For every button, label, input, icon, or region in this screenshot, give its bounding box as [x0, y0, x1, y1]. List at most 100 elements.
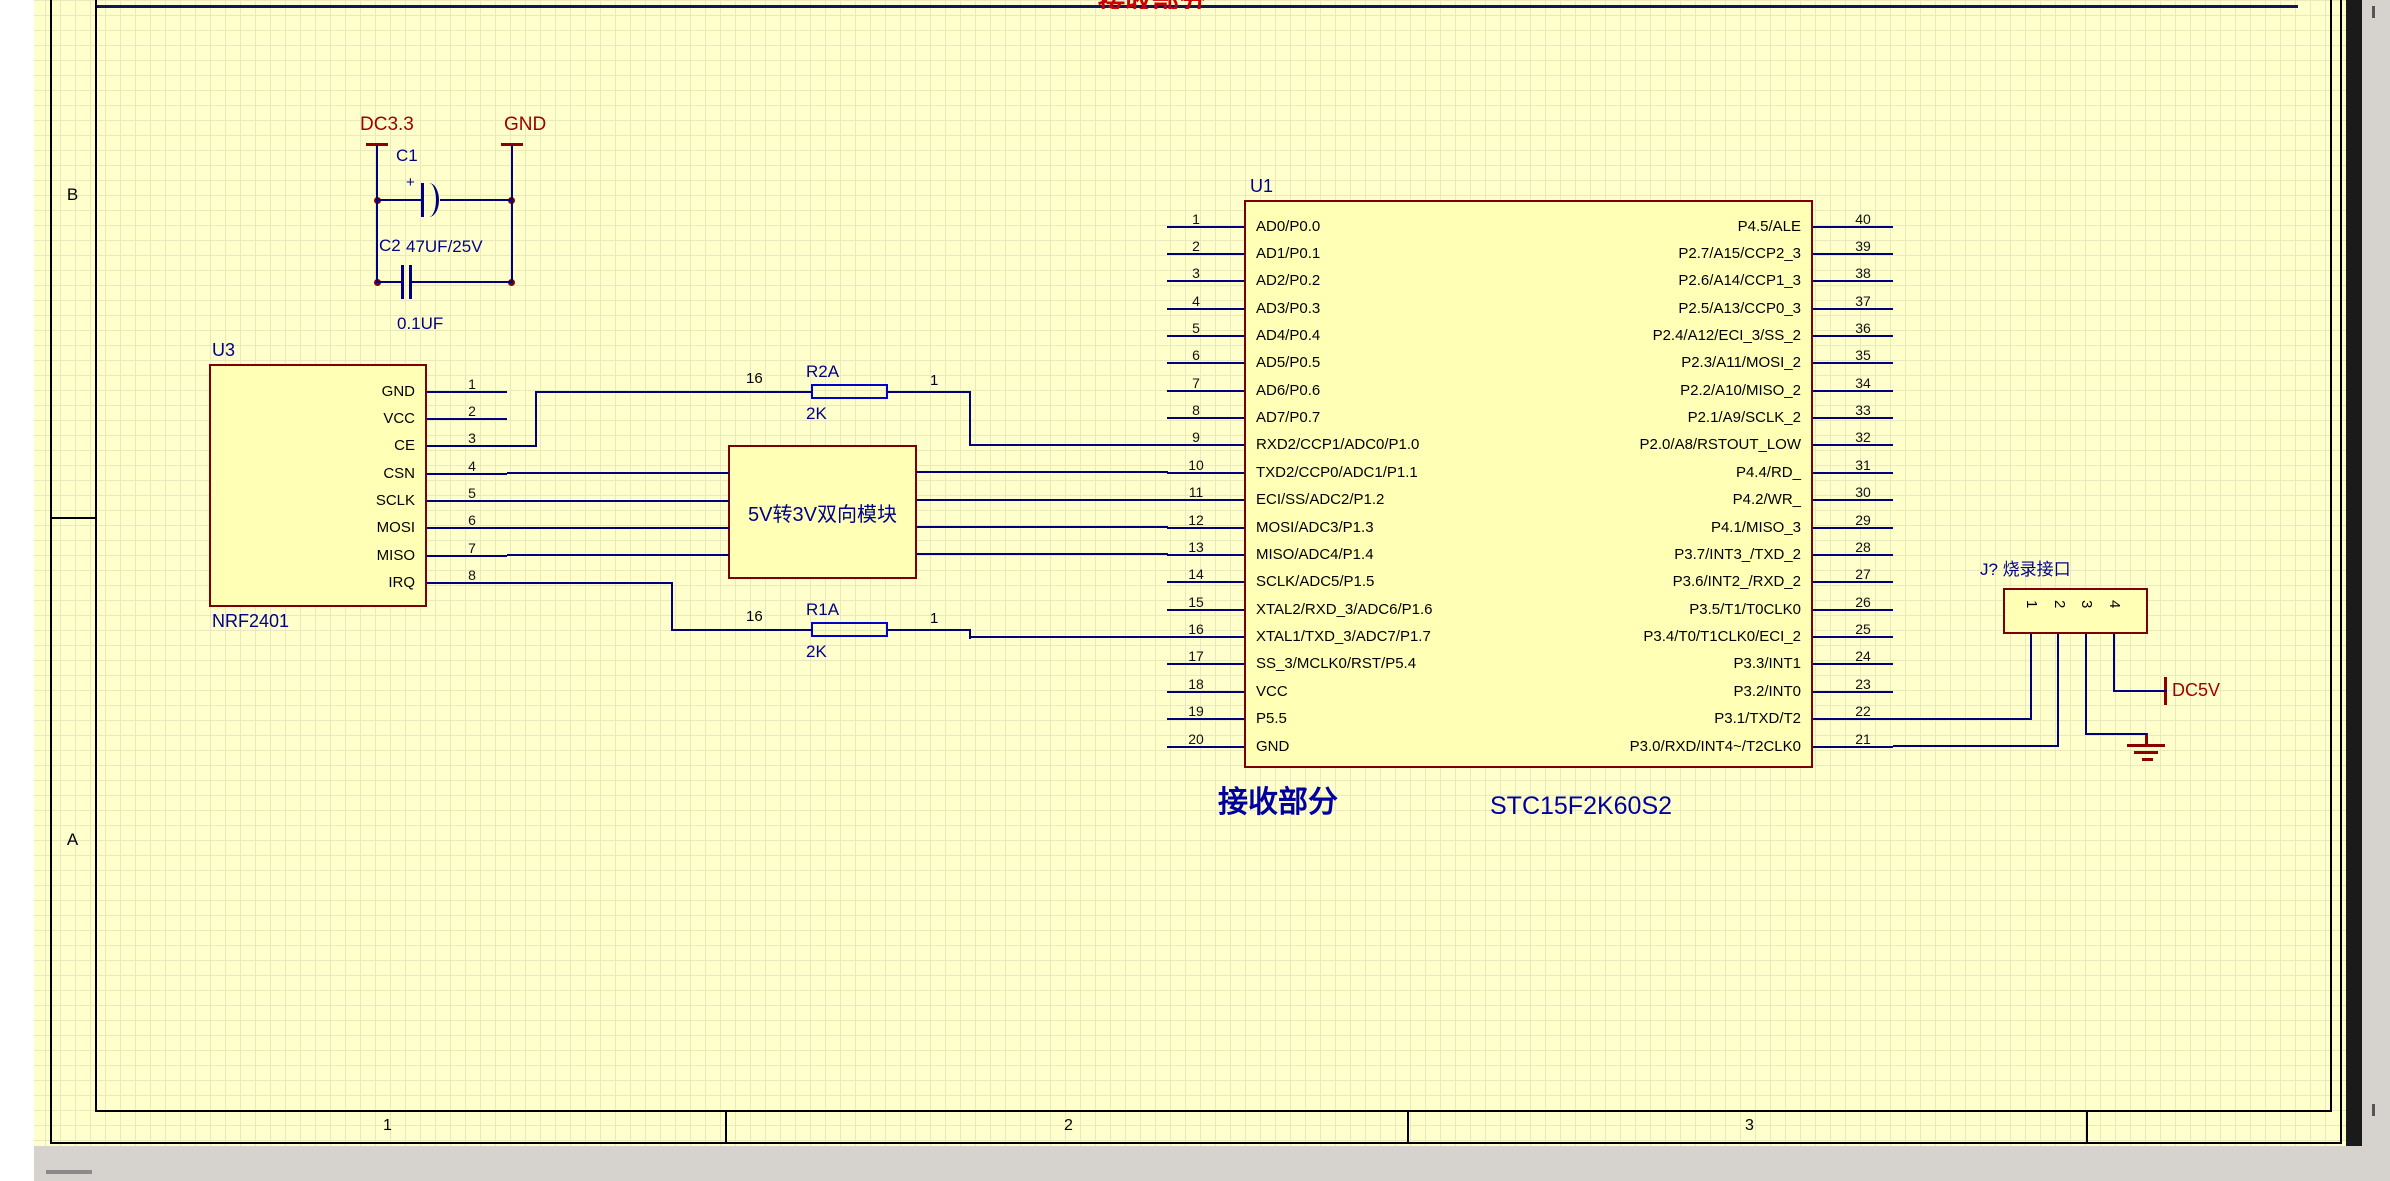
- wire[interactable]: [917, 526, 1168, 528]
- u3-pin-row[interactable]: MISO 7: [215, 543, 515, 570]
- wire[interactable]: [2057, 634, 2059, 747]
- capacitor-designator[interactable]: C1: [396, 146, 418, 166]
- connector-pin-number: 1: [2022, 600, 2040, 618]
- wire[interactable]: [412, 281, 513, 283]
- section-label[interactable]: 接收部分: [1218, 786, 1338, 821]
- schematic-canvas[interactable]: 接收部分 B A 1 2 3 DC3.3 GND C1 + C2 47UF/25…: [0, 0, 2390, 1181]
- u1-pin-row[interactable]: P3.1/TXD/T2 22: [1536, 706, 1916, 733]
- connector-label[interactable]: J? 烧录接口: [1980, 560, 2071, 580]
- u3-pin-row[interactable]: SCLK 5: [215, 488, 515, 515]
- wire[interactable]: [969, 391, 971, 446]
- pin-name: AD6/P0.6: [1256, 382, 1320, 399]
- u1-pin-row[interactable]: P2.6/A14/CCP1_3 38: [1536, 268, 1916, 295]
- resistor-pin-number: 1: [930, 372, 938, 389]
- wire[interactable]: [507, 554, 729, 556]
- u1-pin-row[interactable]: P2.4/A12/ECI_3/SS_2 36: [1536, 323, 1916, 350]
- capacitor-designator[interactable]: C2: [379, 236, 401, 256]
- wire[interactable]: [535, 391, 537, 447]
- resistor-value[interactable]: 2K: [806, 404, 827, 424]
- wire[interactable]: [507, 527, 729, 529]
- wire[interactable]: [2113, 634, 2115, 692]
- power-net-label-dc5v[interactable]: DC5V: [2172, 680, 2220, 701]
- wire[interactable]: [917, 499, 1168, 501]
- u1-pin-row[interactable]: P3.6/INT2_/RXD_2 27: [1536, 569, 1916, 596]
- pin-number: 14: [1169, 566, 1223, 582]
- u3-pin-row[interactable]: CE 3: [215, 433, 515, 460]
- resistor-body[interactable]: [811, 384, 888, 399]
- u1-pin-row[interactable]: P2.2/A10/MISO_2 34: [1536, 378, 1916, 405]
- power-net-label-dc33[interactable]: DC3.3: [360, 114, 414, 136]
- pin-number: 9: [1169, 429, 1223, 445]
- u3-pin-row[interactable]: MOSI 6: [215, 515, 515, 542]
- pin-number: 7: [1169, 375, 1223, 391]
- wire[interactable]: [511, 145, 513, 282]
- wire[interactable]: [2085, 733, 2147, 735]
- wire[interactable]: [507, 445, 537, 447]
- u1-pin-row[interactable]: P3.0/RXD/INT4~/T2CLK0 21: [1536, 734, 1916, 761]
- pin-name: MOSI: [215, 519, 415, 536]
- u1-pin-row[interactable]: P3.4/T0/T1CLK0/ECI_2 25: [1536, 624, 1916, 651]
- wire[interactable]: [507, 582, 672, 584]
- u1-pin-row[interactable]: P2.5/A13/CCP0_3 37: [1536, 296, 1916, 323]
- u1-pin-row[interactable]: P3.5/T1/T0CLK0 26: [1536, 597, 1916, 624]
- pin-name: MISO: [215, 547, 415, 564]
- pin-name: CE: [215, 437, 415, 454]
- wire[interactable]: [2085, 634, 2087, 735]
- u1-designator[interactable]: U1: [1250, 176, 1273, 197]
- capacitor-value[interactable]: 0.1UF: [397, 314, 443, 334]
- power-net-label-gnd[interactable]: GND: [504, 114, 546, 136]
- u1-pin-row[interactable]: P4.2/WR_ 30: [1536, 487, 1916, 514]
- wire[interactable]: [969, 444, 1168, 446]
- wire[interactable]: [507, 472, 729, 474]
- u1-pin-row[interactable]: P2.7/A15/CCP2_3 39: [1536, 241, 1916, 268]
- wire[interactable]: [440, 199, 513, 201]
- u1-pin-row[interactable]: P3.2/INT0 23: [1536, 679, 1916, 706]
- resistor-designator[interactable]: R1A: [806, 600, 839, 620]
- wire[interactable]: [507, 500, 729, 502]
- left-margin: [0, 0, 34, 1181]
- u1-pin-row[interactable]: P4.5/ALE 40: [1536, 214, 1916, 241]
- resistor-body[interactable]: [811, 622, 888, 637]
- u3-pin-row[interactable]: VCC 2: [215, 406, 515, 433]
- pin-name: IRQ: [215, 574, 415, 591]
- u3-pin-row[interactable]: GND 1: [215, 379, 515, 406]
- u1-pin-row[interactable]: P2.0/A8/RSTOUT_LOW 32: [1536, 432, 1916, 459]
- capacitor-value[interactable]: 47UF/25V: [406, 237, 483, 257]
- sheet-border: [95, 1110, 2332, 1112]
- wire[interactable]: [671, 582, 673, 631]
- u1-pin-row[interactable]: P3.3/INT1 24: [1536, 651, 1916, 678]
- u3-pin-row[interactable]: CSN 4: [215, 461, 515, 488]
- u3-part-number[interactable]: NRF2401: [212, 611, 289, 632]
- wire[interactable]: [376, 145, 378, 282]
- wire[interactable]: [2113, 690, 2167, 692]
- wire[interactable]: [2030, 634, 2032, 720]
- wire[interactable]: [376, 199, 424, 201]
- pin-name: SCLK/ADC5/P1.5: [1256, 573, 1374, 590]
- wire[interactable]: [917, 553, 1168, 555]
- u1-pin-row[interactable]: P3.7/INT3_/TXD_2 28: [1536, 542, 1916, 569]
- wire[interactable]: [917, 471, 1168, 473]
- u1-pin-row[interactable]: P4.1/MISO_3 29: [1536, 515, 1916, 542]
- u1-pin-row[interactable]: P4.4/RD_ 31: [1536, 460, 1916, 487]
- sheet-title-text: 接收部分: [1098, 0, 1248, 9]
- u1-pin-row[interactable]: P2.3/A11/MOSI_2 35: [1536, 350, 1916, 377]
- resistor-value[interactable]: 2K: [806, 642, 827, 662]
- wire[interactable]: [536, 391, 812, 393]
- wire[interactable]: [671, 629, 812, 631]
- u1-pin-row[interactable]: P2.1/A9/SCLK_2 33: [1536, 405, 1916, 432]
- wire[interactable]: [376, 281, 404, 283]
- u3-pin-row[interactable]: IRQ 8: [215, 570, 515, 597]
- scrollbar-mark[interactable]: [2372, 6, 2375, 18]
- u3-designator[interactable]: U3: [212, 340, 235, 361]
- wire[interactable]: [969, 636, 1168, 638]
- level-shifter-module-body[interactable]: 5V转3V双向模块: [728, 445, 917, 579]
- wire[interactable]: [888, 391, 970, 393]
- wire[interactable]: [1893, 745, 2059, 747]
- resistor-designator[interactable]: R2A: [806, 362, 839, 382]
- application-window: 接收部分 B A 1 2 3 DC3.3 GND C1 + C2 47UF/25…: [0, 0, 2390, 1181]
- u1-part-number[interactable]: STC15F2K60S2: [1490, 792, 1672, 821]
- wire[interactable]: [888, 629, 970, 631]
- wire[interactable]: [1893, 718, 2032, 720]
- scrollbar-mark[interactable]: [2372, 1104, 2375, 1116]
- splitter-handle[interactable]: [46, 1170, 92, 1174]
